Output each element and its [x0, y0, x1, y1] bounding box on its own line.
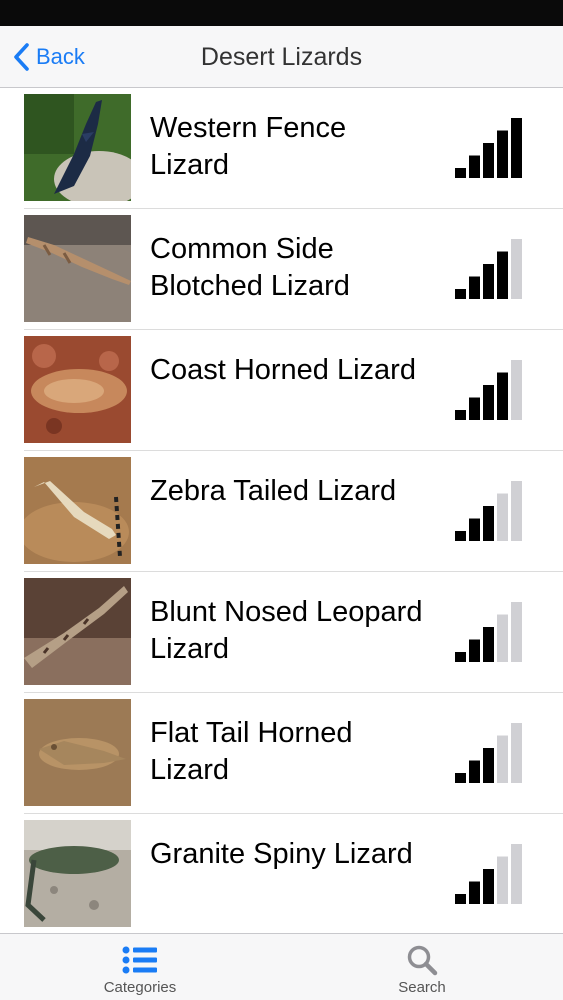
tab-categories[interactable]: Categories — [40, 934, 240, 1000]
lizard-name: Western Fence Lizard — [150, 112, 347, 181]
list-icon — [122, 944, 158, 976]
status-bar — [0, 0, 563, 26]
tab-search-label: Search — [398, 979, 446, 996]
signal-bars-icon — [455, 479, 525, 541]
signal-bars-icon — [455, 600, 525, 662]
list-item[interactable]: Western Fence Lizard — [0, 88, 563, 209]
signal-bar — [511, 118, 522, 178]
signal-bar — [455, 168, 466, 178]
lizard-name: Zebra Tailed Lizard — [150, 475, 397, 507]
signal-bar — [511, 844, 522, 904]
signal-bar — [483, 385, 494, 420]
signal-bar — [497, 130, 508, 178]
signal-bar — [511, 481, 522, 541]
list-item[interactable]: Flat Tail Horned Lizard — [0, 693, 563, 814]
lizard-thumbnail — [24, 578, 131, 685]
signal-bars-icon — [455, 721, 525, 783]
tab-categories-label: Categories — [103, 979, 177, 996]
signal-bar — [469, 276, 480, 299]
signal-bar — [469, 155, 480, 178]
list-item[interactable]: Common Side Blotched Lizard — [0, 209, 563, 330]
tab-search[interactable]: Search — [322, 934, 522, 1000]
signal-bar — [483, 506, 494, 541]
signal-bar — [497, 735, 508, 783]
signal-bar — [497, 372, 508, 420]
list-item[interactable]: Zebra Tailed Lizard — [0, 451, 563, 572]
list-item[interactable]: Coast Horned Lizard — [0, 330, 563, 451]
signal-bar — [455, 410, 466, 420]
signal-bar — [469, 639, 480, 662]
lizard-thumbnail — [24, 215, 131, 322]
lizard-name: Common Side Blotched Lizard — [150, 233, 350, 302]
lizard-thumbnail — [24, 457, 131, 564]
lizard-name: Flat Tail Horned Lizard — [150, 717, 353, 786]
list-item[interactable]: Blunt Nosed Leopard Lizard — [0, 572, 563, 693]
lizard-name: Blunt Nosed Leopard Lizard — [150, 596, 423, 665]
navigation-bar: Desert Lizards Back — [0, 26, 563, 88]
lizard-thumbnail — [24, 336, 131, 443]
signal-bars-icon — [455, 358, 525, 420]
signal-bar — [483, 264, 494, 299]
signal-bar — [455, 894, 466, 904]
signal-bar — [497, 856, 508, 904]
signal-bars-icon — [455, 842, 525, 904]
signal-bar — [511, 239, 522, 299]
lizard-name: Coast Horned Lizard — [150, 354, 416, 386]
signal-bar — [455, 652, 466, 662]
signal-bar — [483, 869, 494, 904]
back-label: Back — [36, 44, 85, 69]
signal-bar — [469, 397, 480, 420]
lizard-thumbnail — [24, 94, 131, 201]
signal-bar — [497, 614, 508, 662]
back-button[interactable]: Back — [12, 40, 85, 74]
signal-bar — [511, 602, 522, 662]
signal-bar — [483, 627, 494, 662]
signal-bar — [455, 289, 466, 299]
lizard-thumbnail — [24, 820, 131, 927]
lizard-name: Granite Spiny Lizard — [150, 838, 413, 870]
tab-bar: Categories Search — [0, 933, 563, 1000]
signal-bar — [511, 723, 522, 783]
signal-bar — [483, 143, 494, 178]
search-icon — [406, 944, 438, 976]
signal-bar — [455, 773, 466, 783]
chevron-left-icon — [12, 42, 30, 72]
signal-bar — [483, 748, 494, 783]
signal-bar — [497, 493, 508, 541]
signal-bar — [511, 360, 522, 420]
signal-bars-icon — [455, 116, 525, 178]
signal-bar — [469, 881, 480, 904]
lizard-list[interactable]: Western Fence Lizard Common Side Blotche… — [0, 88, 563, 933]
list-item[interactable]: Granite Spiny Lizard — [0, 814, 563, 933]
signal-bar — [469, 518, 480, 541]
lizard-thumbnail — [24, 699, 131, 806]
signal-bar — [469, 760, 480, 783]
signal-bar — [455, 531, 466, 541]
signal-bars-icon — [455, 237, 525, 299]
signal-bar — [497, 251, 508, 299]
